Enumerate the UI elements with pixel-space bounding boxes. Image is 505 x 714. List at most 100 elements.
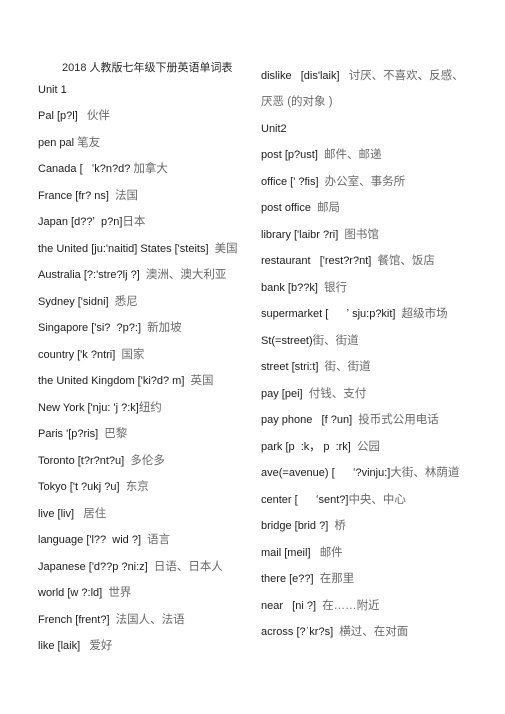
vocabulary-entry: restaurant ['rest?r?nt] 餐馆、饭店 bbox=[261, 247, 464, 274]
english-word: supermarket [ ʼ sju:p?kit] bbox=[261, 308, 402, 321]
english-word: restaurant ['rest?r?nt] bbox=[261, 255, 378, 268]
vocabulary-entry: Singapore ['si? ?p?:] 新加坡 bbox=[38, 314, 238, 341]
chinese-meaning: 投币式公用电话 bbox=[358, 414, 439, 427]
english-word: post [p?ust] bbox=[261, 149, 324, 162]
vocabulary-entry: New York ['nju: 'j ?:k]纽约 bbox=[38, 394, 238, 421]
vocabulary-entry: street [stri:t] 街、街道 bbox=[261, 353, 464, 380]
chinese-meaning: 东京 bbox=[125, 481, 149, 494]
english-word: bank [b??k] bbox=[261, 281, 324, 294]
vocabulary-entry: bridge [brid ?] 桥 bbox=[261, 512, 464, 539]
english-word: there [e??] bbox=[261, 573, 320, 586]
unit-heading-text: Unit2 bbox=[261, 122, 287, 135]
english-word: Toronto [t?r?nt?u] bbox=[38, 454, 131, 467]
english-word: Sydney ['sidni] bbox=[38, 295, 115, 308]
vocabulary-entry: language ['l?? wid ?] 语言 bbox=[38, 526, 238, 553]
vocabulary-column-left: Unit 1 Pal [p?l] 伙伴 pen pal 笔友 Canada [ ʻk?… bbox=[38, 76, 238, 659]
english-word: St(=street) bbox=[261, 334, 313, 347]
chinese-meaning: 日语、日本人 bbox=[153, 560, 223, 573]
chinese-meaning: 在……附近 bbox=[322, 599, 380, 612]
chinese-meaning: 语言 bbox=[147, 534, 171, 547]
vocabulary-entry: across [?ˈkr?s] 横过、在对面 bbox=[261, 618, 464, 645]
chinese-meaning: 法国人、法语 bbox=[115, 613, 185, 626]
unit-heading: Unit 1 bbox=[38, 76, 238, 103]
vocabulary-entry: Japanese ['d??p ?ni:z] 日语、日本人 bbox=[38, 553, 238, 580]
chinese-meaning: 美国 bbox=[214, 242, 238, 255]
vocabulary-entry: ave(=avenue) [ ʻ?vinju:]大街、林荫道 bbox=[261, 459, 464, 486]
english-word: dislike [dis'laik] bbox=[261, 69, 349, 82]
english-word: bridge [brid ?] bbox=[261, 520, 335, 533]
vocabulary-entry: pen pal 笔友 bbox=[38, 129, 238, 156]
vocabulary-entry: Pal [p?l] 伙伴 bbox=[38, 102, 238, 129]
english-word: near [ni ?] bbox=[261, 599, 323, 612]
english-word: center [ ʻsent?] bbox=[261, 493, 349, 506]
chinese-meaning: 公园 bbox=[356, 440, 380, 453]
chinese-meaning: 邮件、邮递 bbox=[323, 149, 382, 162]
chinese-meaning: 银行 bbox=[324, 281, 347, 294]
vocabulary-entry: Toronto [t?r?nt?u] 多伦多 bbox=[38, 447, 238, 474]
chinese-meaning: 街、街道 bbox=[324, 361, 371, 374]
english-word: Australia [?:'stre?lj ?] bbox=[38, 269, 146, 282]
chinese-meaning: 伙伴 bbox=[86, 110, 110, 123]
chinese-meaning: 邮局 bbox=[317, 202, 341, 215]
vocabulary-entry: park [p :k， p :rk] 公园 bbox=[261, 433, 464, 460]
chinese-meaning: 讨厌、不喜欢、反感、 bbox=[348, 69, 464, 82]
vocabulary-entry: the United [ju:'naitid] States ['steits]… bbox=[38, 235, 238, 262]
chinese-meaning: 爱好 bbox=[89, 640, 113, 653]
english-word: the United Kingdom ['ki?d? m] bbox=[38, 375, 191, 388]
english-word: library ['laibr ?ri] bbox=[261, 228, 345, 241]
chinese-meaning: 邮件 bbox=[319, 546, 343, 559]
chinese-meaning: 办公室、事务所 bbox=[324, 175, 406, 188]
english-word: Pal [p?l] bbox=[38, 110, 87, 123]
english-word: pay phone [f ?un] bbox=[261, 414, 359, 427]
english-word: Japanese ['d??p ?ni:z] bbox=[38, 560, 154, 573]
english-word: across [?ˈkr?s] bbox=[261, 626, 340, 639]
chinese-meaning: 桥 bbox=[334, 520, 346, 533]
vocabulary-entry: like [laik] 爱好 bbox=[38, 632, 238, 659]
vocabulary-entry: dislike [dis'laik] 讨厌、不喜欢、反感、 bbox=[261, 62, 464, 89]
english-word: language ['l?? wid ?] bbox=[38, 534, 148, 547]
chinese-meaning: 图书馆 bbox=[344, 228, 379, 241]
vocabulary-entry: St(=street)街、街道 bbox=[261, 327, 464, 354]
chinese-meaning: 日本 bbox=[122, 216, 146, 229]
vocabulary-entry: post [p?ust] 邮件、邮递 bbox=[261, 141, 464, 168]
chinese-meaning: 付钱、支付 bbox=[308, 387, 367, 400]
english-word: Paris '[p?ris] bbox=[38, 428, 105, 441]
chinese-meaning: 巴黎 bbox=[104, 428, 128, 441]
chinese-meaning: 新加坡 bbox=[147, 322, 182, 335]
vocabulary-column-right: dislike [dis'laik] 讨厌、不喜欢、反感、厌恶 (的对象 ) Un… bbox=[261, 62, 464, 645]
english-word: Japan [d??ʼ p?n] bbox=[38, 216, 123, 229]
vocabulary-entry: mail [meil] 邮件 bbox=[261, 539, 464, 566]
english-word: France [fr? ns] bbox=[38, 189, 116, 202]
vocabulary-entry: pay phone [f ?un] 投币式公用电话 bbox=[261, 406, 464, 433]
vocabulary-entry: Canada [ ʻk?n?d? 加拿大 bbox=[38, 155, 238, 182]
english-word: the United [ju:'naitid] States ['steits] bbox=[38, 242, 215, 255]
chinese-meaning: 居住 bbox=[83, 507, 107, 520]
english-word: Tokyo ['t ?ukj ?u] bbox=[38, 481, 126, 494]
chinese-meaning: 国家 bbox=[121, 348, 145, 361]
vocabulary-entry: pay [pei] 付钱、支付 bbox=[261, 380, 464, 407]
vocabulary-entry: supermarket [ ʼ sju:p?kit] 超级市场 bbox=[261, 300, 464, 327]
vocabulary-entry: Tokyo ['t ?ukj ?u] 东京 bbox=[38, 473, 238, 500]
english-word: French [frent?] bbox=[38, 613, 116, 626]
vocabulary-entry: center [ ʻsent?]中央、中心 bbox=[261, 486, 464, 513]
vocabulary-entry: bank [b??k] 银行 bbox=[261, 274, 464, 301]
chinese-meaning: 多伦多 bbox=[130, 454, 165, 467]
vocabulary-entry: near [ni ?] 在……附近 bbox=[261, 592, 464, 619]
chinese-meaning: 悉尼 bbox=[114, 295, 138, 308]
document-title: 2018 人教版七年级下册英语单词表 bbox=[62, 62, 233, 74]
english-word: mail [meil] bbox=[261, 546, 320, 559]
vocabulary-entry: France [fr? ns] 法国 bbox=[38, 182, 238, 209]
english-word: post office bbox=[261, 202, 318, 215]
vocabulary-entry: world [w ?:ld] 世界 bbox=[38, 579, 238, 606]
chinese-meaning: 法国 bbox=[115, 189, 139, 202]
chinese-meaning: 街、街道 bbox=[312, 334, 359, 347]
vocabulary-entry: library ['laibr ?ri] 图书馆 bbox=[261, 221, 464, 248]
chinese-meaning: 厌恶 (的对象 ) bbox=[261, 96, 333, 109]
vocabulary-entry: country ['k ?ntri] 国家 bbox=[38, 341, 238, 368]
chinese-meaning: 大街、林荫道 bbox=[390, 467, 460, 480]
chinese-meaning: 餐馆、饭店 bbox=[377, 255, 435, 268]
vocabulary-entry: Paris '[p?ris] 巴黎 bbox=[38, 420, 238, 447]
chinese-meaning: 在那里 bbox=[319, 573, 355, 586]
vocabulary-entry: Japan [d??ʼ p?n]日本 bbox=[38, 208, 238, 235]
chinese-meaning: 超级市场 bbox=[401, 308, 448, 321]
